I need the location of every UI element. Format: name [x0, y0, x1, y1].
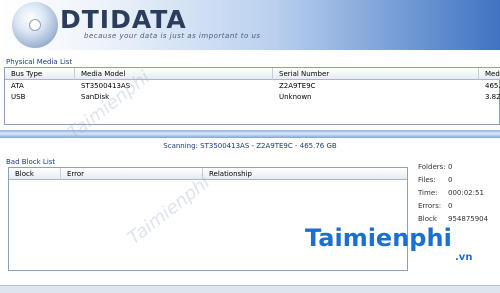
- cell-bus-type: ATA: [11, 82, 24, 90]
- watermark-logo-suffix: .vn: [455, 252, 473, 263]
- stat-label: Errors:: [418, 202, 442, 210]
- cell-bus-type: USB: [11, 93, 26, 101]
- column-header-media[interactable]: Media: [479, 68, 500, 80]
- stat-value: 0: [448, 176, 453, 184]
- scan-status: Scanning: ST3500413AS - Z2A9TE9C - 465.7…: [163, 142, 337, 150]
- watermark-logo-text: Taimienphi: [305, 224, 452, 252]
- stat-label: Time:: [418, 189, 438, 197]
- cell-serial-number: Z2A9TE9C: [279, 82, 316, 90]
- cell-serial-number: Unknown: [279, 93, 312, 101]
- stat-value: 0: [448, 202, 453, 210]
- cell-media-model: ST3500413AS: [81, 82, 131, 90]
- physical-media-title: Physical Media List: [6, 58, 73, 66]
- app-header: DTIDATA because your data is just as imp…: [0, 0, 500, 50]
- column-header-serial-number[interactable]: Serial Number: [273, 68, 479, 80]
- stat-label: Folders:: [418, 163, 446, 171]
- stat-value: 0: [448, 163, 453, 171]
- cell-media-size: 465.7: [485, 82, 500, 90]
- disc-logo-icon: [12, 2, 58, 48]
- brand-tagline: because your data is just as important t…: [84, 32, 261, 40]
- column-header-error[interactable]: Error: [61, 168, 203, 180]
- column-header-relationship[interactable]: Relationship: [203, 168, 407, 180]
- column-header-bus-type[interactable]: Bus Type: [5, 68, 75, 80]
- stat-label: Files:: [418, 176, 436, 184]
- column-header-block[interactable]: Block: [9, 168, 61, 180]
- stat-value: 954875904: [448, 215, 489, 223]
- stat-label: Block: [418, 215, 437, 223]
- stat-value: 000:02:51: [448, 189, 484, 197]
- brand-logo-text: DTIDATA: [60, 5, 187, 34]
- cell-media-size: 3.82 G: [485, 93, 500, 101]
- column-header-media-model[interactable]: Media Model: [75, 68, 273, 80]
- bad-block-title: Bad Block List: [6, 158, 56, 166]
